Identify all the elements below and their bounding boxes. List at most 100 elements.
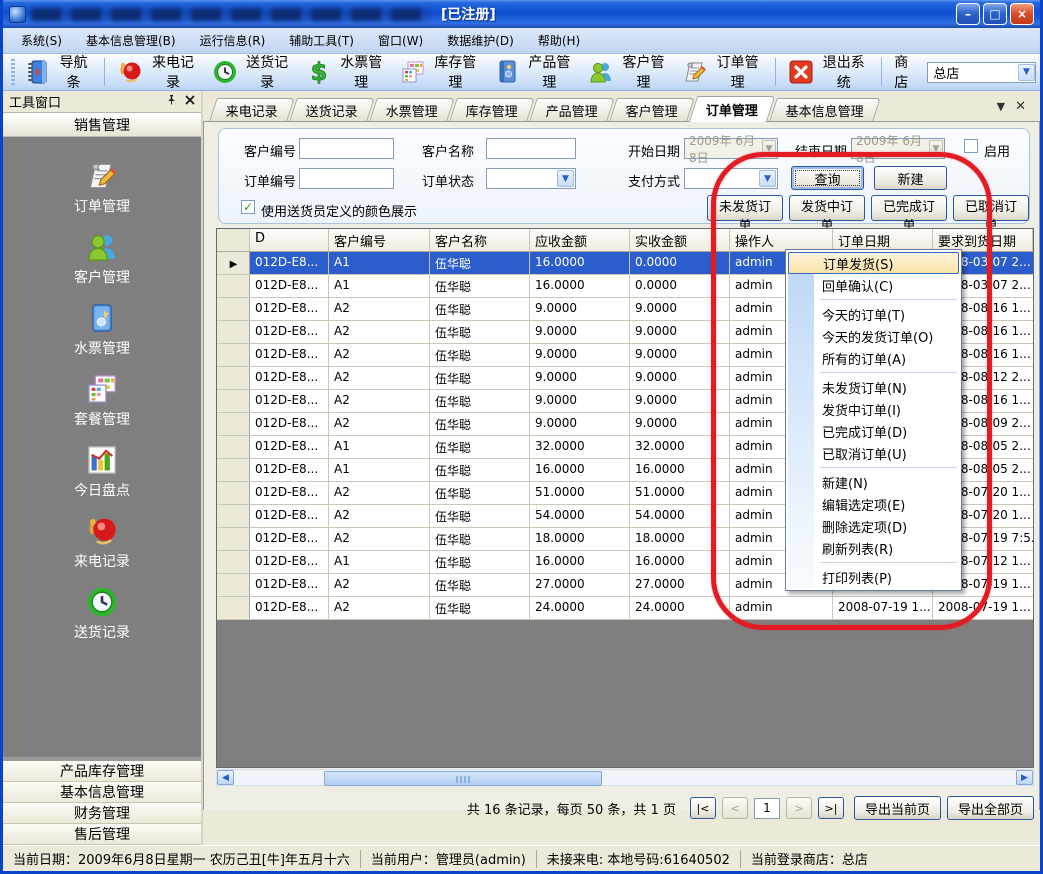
tab[interactable]: 订单管理 xyxy=(689,96,775,122)
maximize-button[interactable]: □ xyxy=(983,3,1007,25)
grid-icon xyxy=(400,59,426,85)
chevron-down-icon[interactable]: ▼ xyxy=(1018,64,1035,81)
tab[interactable]: 客户管理 xyxy=(609,98,694,121)
tab-list-dropdown-icon[interactable]: ▼ xyxy=(997,100,1005,113)
tab[interactable]: 送货记录 xyxy=(289,98,374,121)
toolbar-button[interactable]: 产品管理 xyxy=(488,49,582,95)
sidebar-item[interactable]: 送货记录 xyxy=(42,585,162,642)
order-status-filter-button[interactable]: 已完成订单 xyxy=(871,195,947,221)
order-status-select[interactable]: ▼ xyxy=(486,168,576,189)
context-menu-item[interactable]: 编辑选定项(E) xyxy=(788,493,959,515)
toolbar-button[interactable]: 退出系统 xyxy=(782,49,876,95)
context-menu-item[interactable]: 今天的订单(T) xyxy=(788,303,959,325)
payment-select[interactable]: ▼ xyxy=(684,168,778,189)
page-number-input[interactable] xyxy=(754,798,780,819)
query-button[interactable]: 查询 xyxy=(791,166,864,190)
export-current-page-button[interactable]: 导出当前页 xyxy=(854,796,941,820)
row-selector-cell: ▶ xyxy=(217,321,250,343)
toolbar-button[interactable]: 导航条 xyxy=(19,49,100,95)
close-button[interactable]: × xyxy=(1010,3,1034,25)
context-menu-item[interactable]: 已完成订单(D) xyxy=(788,420,959,442)
last-page-button[interactable]: >| xyxy=(818,797,844,819)
sidebar-section-bar[interactable]: 产品库存管理 xyxy=(3,761,201,782)
toolbar-button[interactable]: 库存管理 xyxy=(394,49,488,95)
context-menu-item[interactable]: 删除选定项(D) xyxy=(788,515,959,537)
tab[interactable]: 基本信息管理 xyxy=(769,98,880,121)
scroll-right-icon[interactable]: ▶ xyxy=(1016,770,1033,785)
customer-no-input[interactable] xyxy=(299,138,394,159)
sidebar-item[interactable]: 水票管理 xyxy=(42,301,162,358)
table-row[interactable]: ▶ 012D-E8... A2 伍华聪 24.0000 24.0000 admi… xyxy=(217,597,1033,620)
sidebar-item[interactable]: 套餐管理 xyxy=(42,372,162,429)
horizontal-scrollbar[interactable]: ◀ ▶ xyxy=(216,769,1034,786)
new-button[interactable]: 新建 xyxy=(874,166,947,190)
order-status-filter-button[interactable]: 发货中订单 xyxy=(789,195,865,221)
end-date-label: 结束日期 xyxy=(795,141,847,160)
end-date-picker[interactable]: 2009年 6月 8日 ▼ xyxy=(851,138,945,159)
pin-icon[interactable] xyxy=(166,94,177,109)
context-menu-item[interactable]: 订单发货(S) xyxy=(788,252,959,274)
close-panel-icon[interactable] xyxy=(185,94,195,109)
tab[interactable]: 来电记录 xyxy=(209,98,294,121)
export-all-pages-button[interactable]: 导出全部页 xyxy=(947,796,1034,820)
first-page-button[interactable]: |< xyxy=(690,797,716,819)
store-combobox[interactable]: 总店 ▼ xyxy=(927,62,1036,83)
customer-name-input[interactable] xyxy=(486,138,576,159)
sidebar-section-bar[interactable]: 财务管理 xyxy=(3,803,201,824)
column-header[interactable]: 应收金额 xyxy=(530,229,630,251)
context-menu-item[interactable]: 打印列表(P) xyxy=(788,566,959,588)
sidebar-item[interactable]: 来电记录 xyxy=(42,514,162,571)
sidebar-section-bar[interactable]: 基本信息管理 xyxy=(3,782,201,803)
scrollbar-thumb[interactable] xyxy=(324,771,602,786)
toolbar-button[interactable]: 客户管理 xyxy=(582,49,676,95)
minimize-button[interactable]: – xyxy=(956,3,980,25)
tab[interactable]: 水票管理 xyxy=(369,98,454,121)
prev-page-button[interactable]: < xyxy=(722,797,748,819)
tab-close-icon[interactable]: ✕ xyxy=(1015,99,1026,114)
toolbar-button[interactable]: $ 水票管理 xyxy=(300,49,394,95)
scroll-left-icon[interactable]: ◀ xyxy=(217,770,234,785)
column-header[interactable]: 订单日期 xyxy=(833,229,933,251)
sidebar-section-bar[interactable]: 售后管理 xyxy=(3,824,201,845)
sidebar-section-sales[interactable]: 销售管理 xyxy=(3,113,201,137)
order-status-filter-button[interactable]: 已取消订单 xyxy=(953,195,1029,221)
nav-book-icon xyxy=(25,59,51,85)
context-menu-item[interactable]: 已取消订单(U) xyxy=(788,442,959,464)
toolbar-button[interactable]: 来电记录 xyxy=(111,49,205,95)
start-date-picker[interactable]: 2009年 6月 8日 ▼ xyxy=(684,138,778,159)
toolbar-button[interactable]: 送货记录 xyxy=(206,49,300,95)
sidebar-item[interactable]: 客户管理 xyxy=(42,230,162,287)
next-page-button[interactable]: > xyxy=(786,797,812,819)
context-menu-item[interactable]: 回单确认(C) xyxy=(788,274,959,296)
context-menu-item[interactable]: 发货中订单(I) xyxy=(788,398,959,420)
grid-icon xyxy=(85,372,119,406)
row-selector-cell: ▶ xyxy=(217,482,250,504)
tab[interactable]: 产品管理 xyxy=(529,98,614,121)
context-menu-item[interactable]: 未发货订单(N) xyxy=(788,376,959,398)
toolbar-grip-handle[interactable] xyxy=(11,59,15,85)
column-header[interactable]: 操作人 xyxy=(730,229,833,251)
column-header[interactable]: 要求到货日期 xyxy=(933,229,1033,251)
column-header[interactable]: 客户编号 xyxy=(329,229,430,251)
tab-bar: 来电记录送货记录水票管理库存管理产品管理客户管理订单管理基本信息管理 ▼ ✕ xyxy=(203,91,1040,122)
order-no-input[interactable] xyxy=(299,168,394,189)
tool-window-header: 工具窗口 xyxy=(3,91,201,113)
order-status-filter-button[interactable]: 未发货订单 xyxy=(707,195,783,221)
tab[interactable]: 库存管理 xyxy=(449,98,534,121)
application-window: [已注册] – □ × 系统(S)基本信息管理(B)运行信息(R)辅助工具(T)… xyxy=(0,0,1043,874)
enable-checkbox[interactable] xyxy=(964,139,978,153)
context-menu-item[interactable]: 所有的订单(A) xyxy=(788,347,959,369)
context-menu-item[interactable]: 刷新列表(R) xyxy=(788,537,959,559)
context-menu-item[interactable]: 新建(N) xyxy=(788,471,959,493)
courier-color-checkbox[interactable]: ✓ xyxy=(241,200,255,214)
column-header[interactable]: 实收金额 xyxy=(630,229,730,251)
sidebar-item[interactable]: 订单管理 xyxy=(42,159,162,216)
toolbar-button[interactable]: 订单管理 xyxy=(676,49,770,95)
column-header[interactable]: 客户名称 xyxy=(430,229,530,251)
order-scroll-icon xyxy=(85,159,119,193)
sidebar-item[interactable]: 今日盘点 xyxy=(42,443,162,500)
column-header[interactable]: D xyxy=(250,229,329,251)
app-icon xyxy=(9,6,26,23)
context-menu-item[interactable]: 今天的发货订单(O) xyxy=(788,325,959,347)
store-label: 商店 xyxy=(894,52,921,92)
